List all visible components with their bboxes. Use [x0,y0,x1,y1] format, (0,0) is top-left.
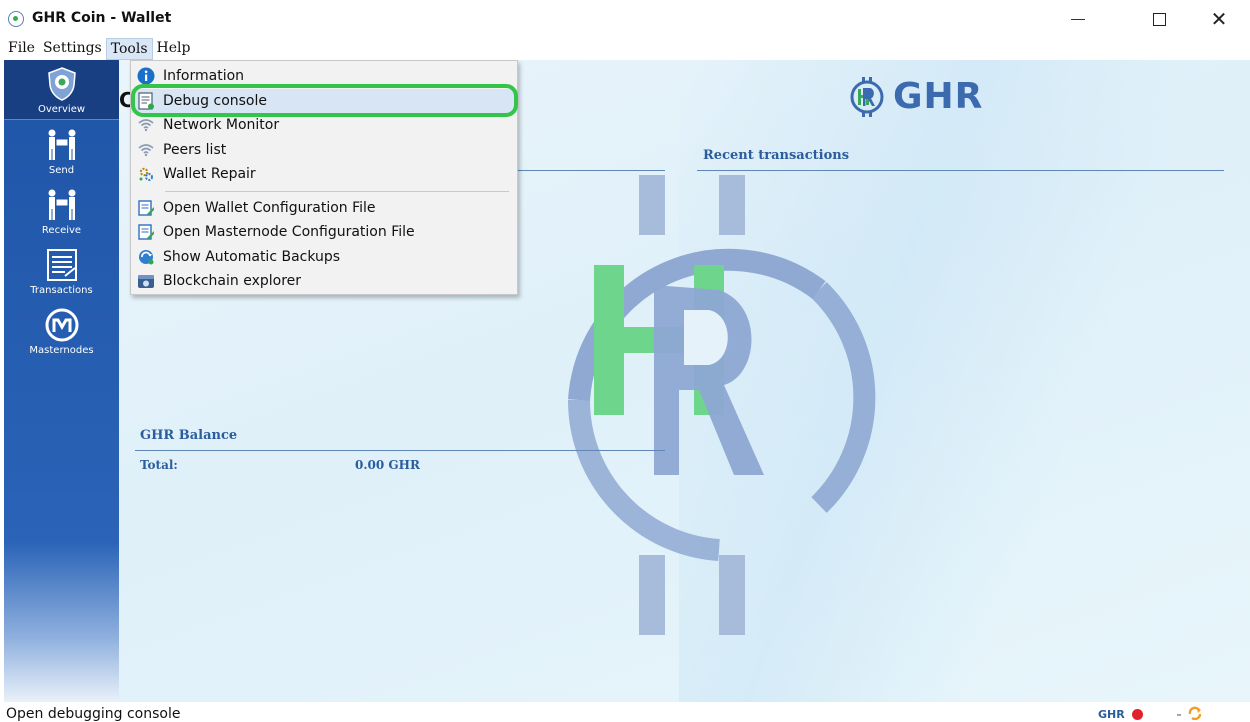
sidebar-item-label: Send [48,165,75,176]
menu-item-wallet-repair[interactable]: Wallet Repair [131,162,517,187]
sidebar-item-transactions[interactable]: Transactions [4,240,119,300]
edit-document-icon [137,223,155,241]
wifi-icon [137,141,155,159]
recent-transactions-heading: Recent transactions [703,148,850,163]
menu-separator [165,190,509,192]
menu-bar: File Settings Tools Help [0,38,1250,60]
menu-item-label: Peers list [163,141,227,158]
menu-item-show-backups[interactable]: Show Automatic Backups [131,245,517,270]
send-people-icon [44,127,80,163]
status-bar: Open debugging console GHR [0,702,1250,722]
minimize-button[interactable] [1056,4,1100,34]
balance-heading: GHR Balance [140,428,238,443]
close-button[interactable]: ✕ [1197,4,1241,34]
sidebar-item-send[interactable]: Send [4,120,119,180]
ghr-logo-icon [850,76,884,117]
menu-item-label: Information [163,68,245,85]
info-icon [137,67,155,85]
menu-item-peers-list[interactable]: Peers list [131,138,517,163]
sidebar-item-label: Overview [37,104,86,115]
menu-item-label: Network Monitor [163,117,280,134]
wifi-icon [137,116,155,134]
maximize-button[interactable] [1137,4,1181,34]
menu-item-open-wallet-config[interactable]: Open Wallet Configuration File [131,196,517,221]
menu-item-open-masternode-config[interactable]: Open Masternode Configuration File [131,220,517,245]
window-title: GHR Coin - Wallet [32,10,172,26]
sync-icon [1188,706,1202,720]
sidebar-item-receive[interactable]: Receive [4,180,119,240]
section-divider [135,450,665,451]
section-divider [697,170,1224,171]
menu-item-label: Open Masternode Configuration File [163,224,415,241]
repair-icon [137,165,155,183]
receive-people-icon [44,187,80,223]
menu-item-label: Open Wallet Configuration File [163,199,376,216]
sidebar-item-masternodes[interactable]: Masternodes [4,300,119,360]
connection-status-icon [1132,709,1143,720]
sidebar: Overview Send Receive Transactions Maste… [4,60,119,702]
brand-logo-text: GHR [893,76,984,117]
menu-tools[interactable]: Tools [105,38,153,60]
menu-file[interactable]: File [4,38,39,60]
masternode-icon [44,307,80,343]
sidebar-item-label: Receive [41,225,82,236]
ledger-icon [44,247,80,283]
maximize-icon [1152,12,1166,26]
menu-settings[interactable]: Settings [39,38,106,60]
app-logo-icon [8,11,24,27]
staking-indicator-icon [1177,714,1181,716]
status-message: Open debugging console [6,706,181,722]
menu-help[interactable]: Help [153,38,195,60]
sidebar-item-label: Transactions [30,285,93,296]
backup-icon [137,248,155,266]
total-balance-value: 0.00 GHR [355,458,420,472]
edit-document-icon [137,199,155,217]
unit-selector[interactable]: GHR [1098,708,1125,721]
total-label: Total: [140,458,178,472]
ghr-watermark-logo [567,175,876,635]
sidebar-item-label: Masternodes [29,345,94,356]
menu-item-label: Wallet Repair [163,166,256,183]
sidebar-item-overview[interactable]: Overview [4,60,119,120]
minimize-icon [1071,18,1085,20]
menu-item-label: Blockchain explorer [163,273,302,290]
menu-item-blockchain-explorer[interactable]: Blockchain explorer [131,269,517,294]
highlight-annotation [131,84,518,117]
close-icon: ✕ [1210,7,1228,31]
title-bar: GHR Coin - Wallet ✕ [0,0,1250,38]
brand-logo: GHR [847,76,983,117]
shield-logo-icon [44,66,80,102]
explorer-icon [137,272,155,290]
menu-item-label: Show Automatic Backups [163,248,341,265]
